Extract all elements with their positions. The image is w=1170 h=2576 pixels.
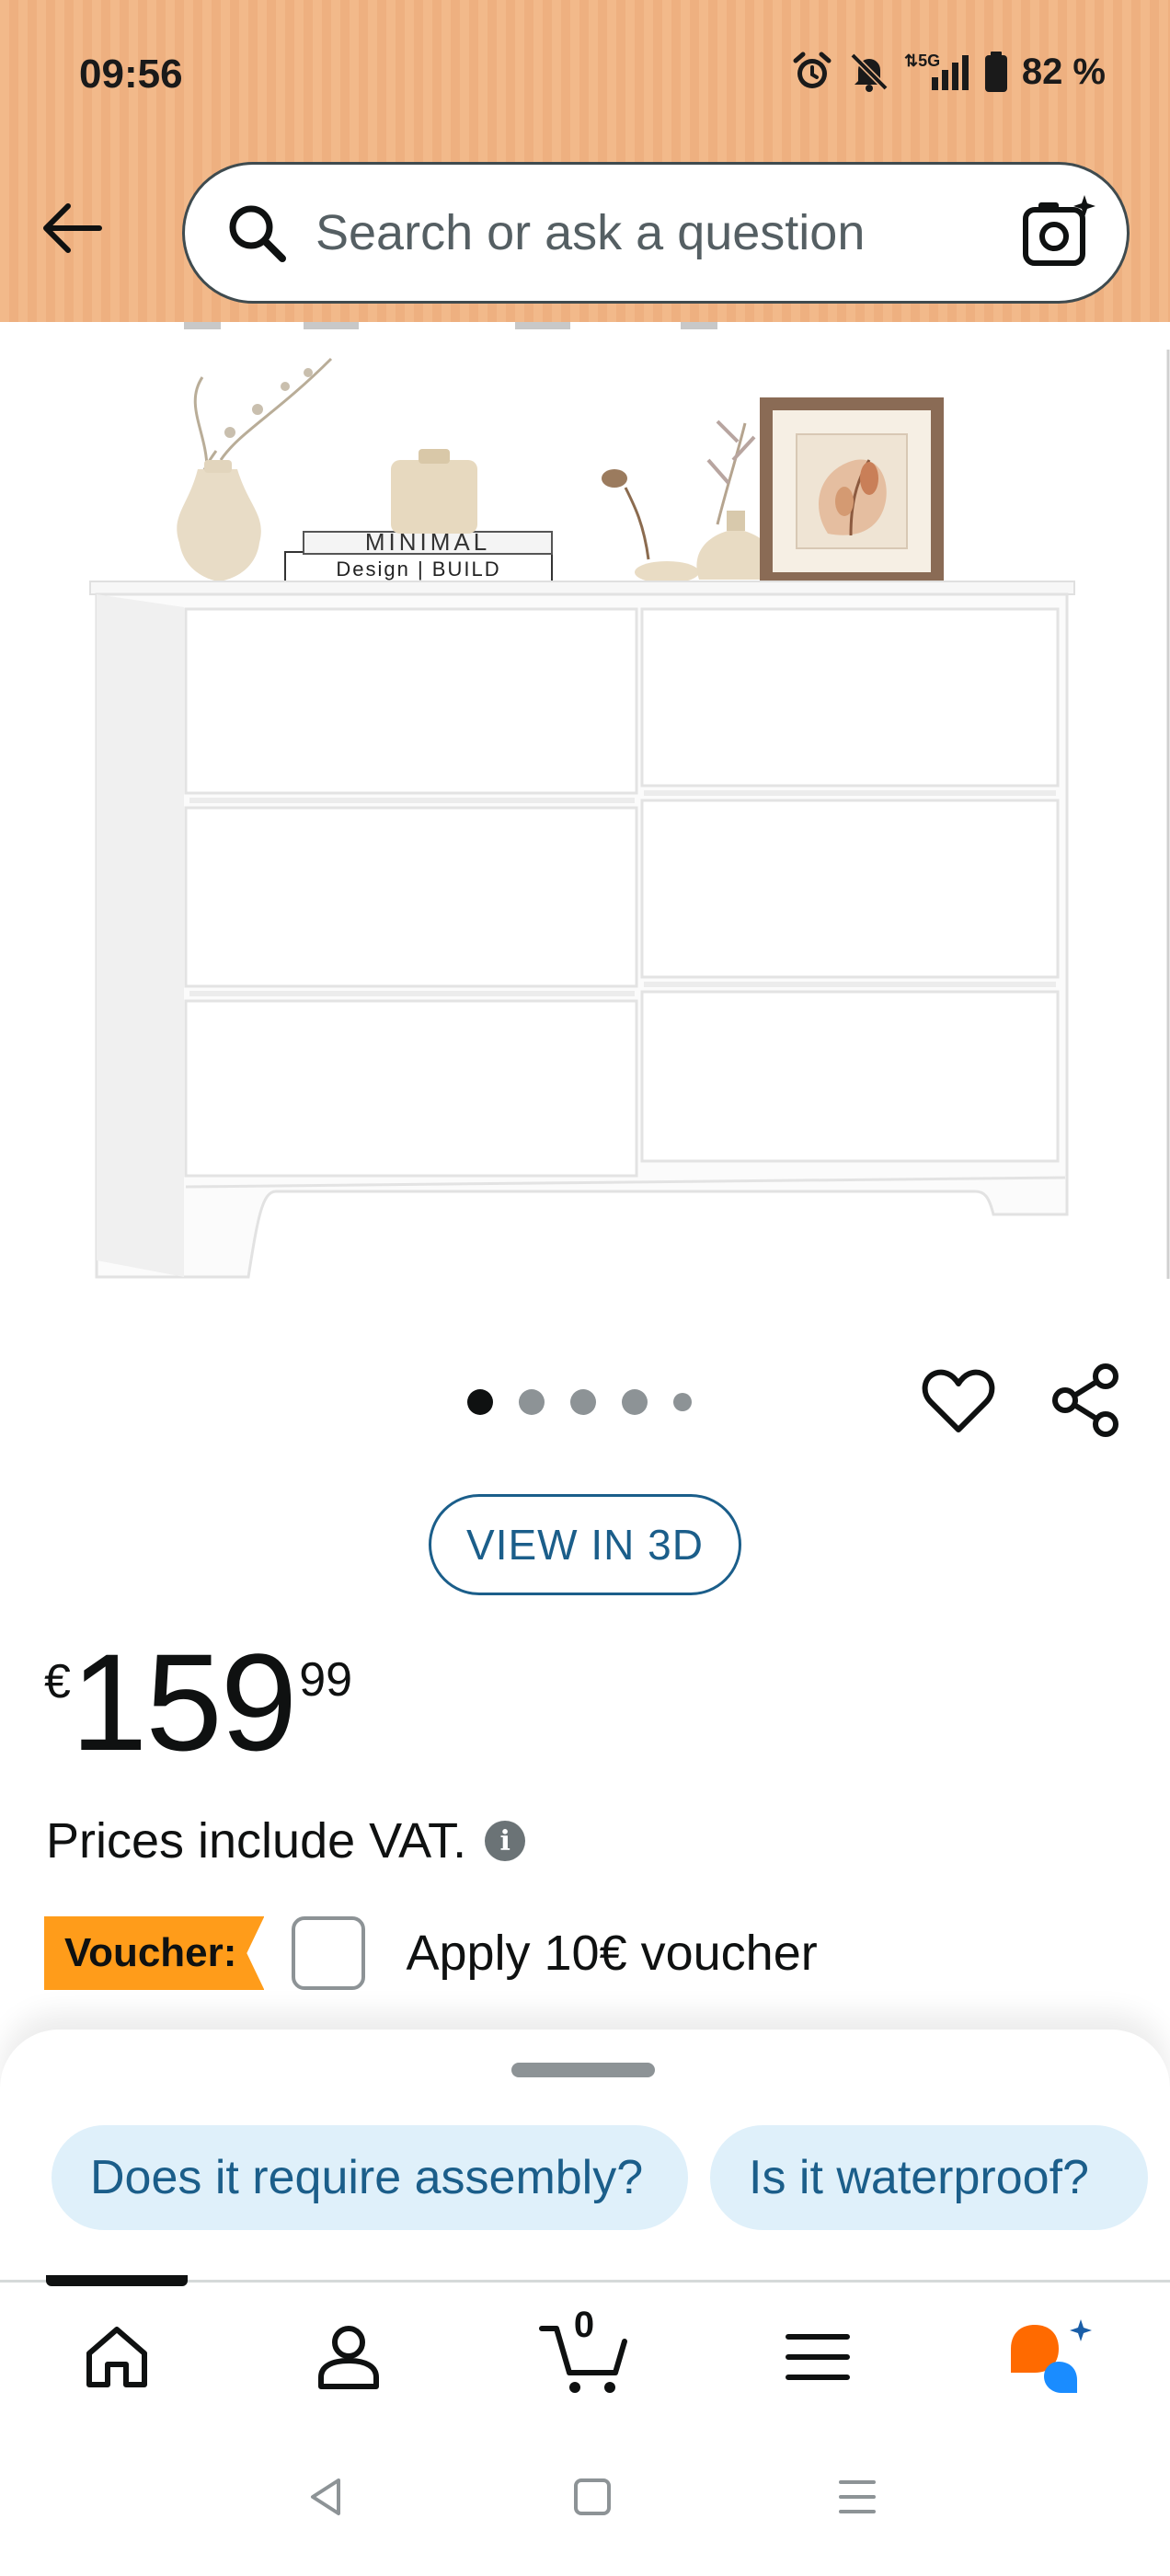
arrow-left-icon xyxy=(43,203,102,253)
price-whole: 159 xyxy=(70,1625,297,1779)
search-input[interactable] xyxy=(315,204,1020,261)
account-icon xyxy=(318,2326,379,2389)
price-fraction: 99 xyxy=(299,1653,353,1707)
product-image[interactable]: MINIMAL Design | BUILD xyxy=(0,322,1170,1288)
carousel-dot[interactable] xyxy=(519,1389,545,1415)
rufus-icon xyxy=(1011,2319,1092,2393)
search-icon xyxy=(229,205,286,262)
home-icon xyxy=(86,2327,147,2387)
nav-home[interactable] xyxy=(66,2306,167,2408)
svg-text:⇅5G: ⇅5G xyxy=(904,52,940,70)
system-navigation xyxy=(0,2418,1170,2576)
dresser-illustration: MINIMAL Design | BUILD xyxy=(89,322,1170,1279)
voucher-label[interactable]: Apply 10€ voucher xyxy=(406,1925,817,1982)
recents-icon xyxy=(839,2480,876,2513)
vat-note: Prices include VAT. i xyxy=(46,1812,526,1869)
image-carousel-dots[interactable] xyxy=(467,1389,692,1415)
triangle-back-icon xyxy=(311,2478,340,2515)
heart-icon xyxy=(922,1369,995,1432)
share-icon xyxy=(1052,1363,1118,1437)
suggestion-chip[interactable]: Is it waterproof? xyxy=(710,2125,1148,2230)
battery-percentage: 82 % xyxy=(1021,51,1106,92)
bell-off-icon xyxy=(850,52,889,92)
voucher-badge: Voucher: xyxy=(44,1916,265,1990)
nav-account[interactable] xyxy=(298,2306,399,2408)
nav-assistant[interactable] xyxy=(999,2306,1100,2408)
vat-text: Prices include VAT. xyxy=(46,1813,467,1869)
search-bar[interactable] xyxy=(182,162,1130,304)
active-tab-indicator xyxy=(46,2275,188,2286)
menu-icon xyxy=(786,2334,850,2380)
suggestions-sheet: Does it require assembly? Is it waterpro… xyxy=(0,2030,1170,2282)
sheet-drag-handle[interactable] xyxy=(511,2063,655,2077)
suggestion-chip[interactable]: Does it require assembly? xyxy=(52,2125,688,2230)
status-time: 09:56 xyxy=(79,52,183,97)
voucher-row: Voucher: Apply 10€ voucher xyxy=(44,1912,818,1995)
system-recents-button[interactable] xyxy=(820,2460,894,2534)
back-button[interactable] xyxy=(33,190,110,267)
wishlist-button[interactable] xyxy=(920,1362,997,1439)
price: € 159 99 xyxy=(44,1628,352,1776)
carousel-dot[interactable] xyxy=(673,1393,692,1411)
info-icon[interactable]: i xyxy=(485,1821,526,1861)
price-currency: € xyxy=(44,1655,71,1708)
system-home-button[interactable] xyxy=(556,2460,629,2534)
nav-menu[interactable] xyxy=(767,2306,868,2408)
book-bottom-text: Design | BUILD xyxy=(336,558,500,581)
battery-icon xyxy=(984,52,1007,92)
system-back-button[interactable] xyxy=(289,2460,362,2534)
bottom-nav: 0 xyxy=(0,2275,1170,2418)
view-in-3d-button[interactable]: VIEW IN 3D xyxy=(429,1494,741,1595)
carousel-dot[interactable] xyxy=(622,1389,648,1415)
nav-cart[interactable]: 0 xyxy=(533,2305,635,2408)
voucher-checkbox[interactable] xyxy=(292,1916,366,1990)
signal-icon: ⇅5G xyxy=(904,52,969,90)
app-header: 09:56 ⇅5G 82 % xyxy=(0,0,1170,322)
square-home-icon xyxy=(574,2478,611,2515)
camera-search-icon[interactable] xyxy=(1020,193,1099,272)
carousel-dot[interactable] xyxy=(570,1389,596,1415)
share-button[interactable] xyxy=(1049,1362,1126,1439)
carousel-dot[interactable] xyxy=(467,1389,493,1415)
cart-count: 0 xyxy=(573,2305,595,2345)
status-icons: ⇅5G 82 % xyxy=(790,50,1106,94)
alarm-icon xyxy=(793,52,832,88)
